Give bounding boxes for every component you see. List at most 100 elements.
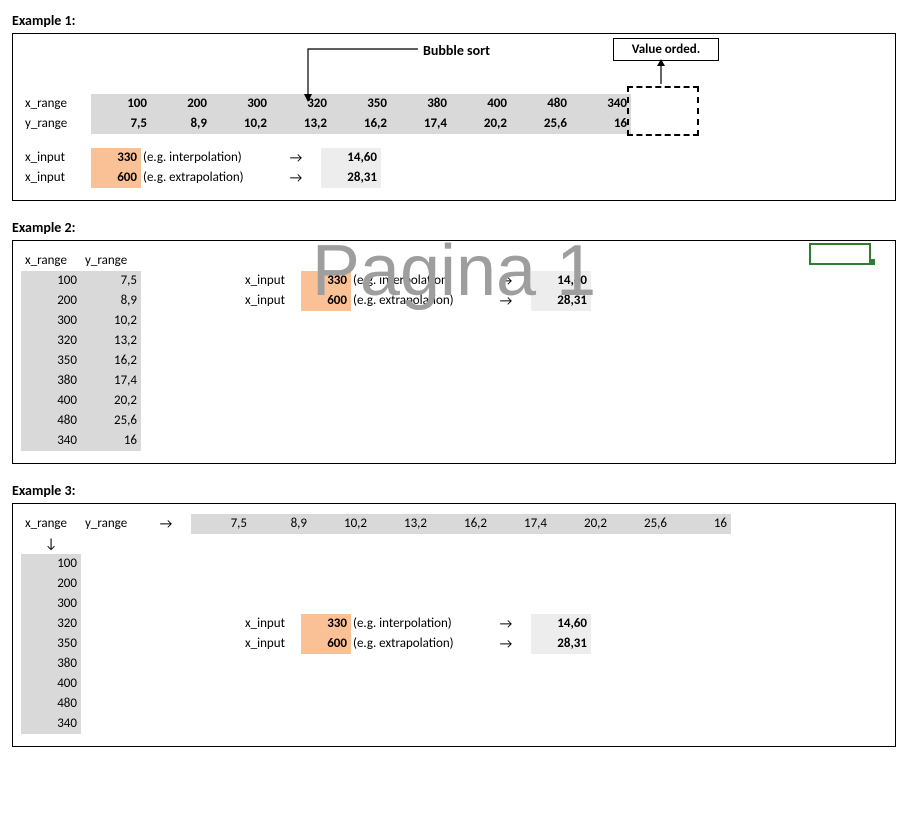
ex2-y-8: 16 xyxy=(81,431,141,451)
ex1-y-6: 20,2 xyxy=(451,114,511,134)
ex3-in2-value[interactable]: 600 xyxy=(301,634,351,654)
ex2-x-8: 340 xyxy=(21,431,81,451)
ex3-x-3: 320 xyxy=(21,614,81,634)
ex3-y-3: 13,2 xyxy=(371,514,431,534)
ex3-header: x_range y_range → 7,5 8,9 10,2 13,2 16,2… xyxy=(21,514,887,534)
xinput-label: x_input xyxy=(21,168,91,188)
ex3-x-2: 300 xyxy=(21,594,81,614)
ex1-x-7: 480 xyxy=(511,94,571,114)
xrange-label: x_range xyxy=(21,251,81,271)
ex2-y-1: 8,9 xyxy=(81,291,141,311)
ex1-x-6: 400 xyxy=(451,94,511,114)
selection-handle[interactable] xyxy=(869,259,875,265)
ex1-y-3: 13,2 xyxy=(271,114,331,134)
table-row: 380 xyxy=(21,654,81,674)
ex2-in2-result: 28,31 xyxy=(531,291,591,311)
ex1-input1: x_input 330 (e.g. interpolation) → 14,60 xyxy=(21,148,887,168)
ex3-x-1: 200 xyxy=(21,574,81,594)
arrow-right-icon: → xyxy=(141,514,191,534)
ex1-x-5: 380 xyxy=(391,94,451,114)
ex3-in1-value[interactable]: 330 xyxy=(301,614,351,634)
interp-note: (e.g. interpolation) xyxy=(351,271,481,291)
xrange-label: x_range xyxy=(21,514,81,534)
table-row: 2008,9 xyxy=(21,291,141,311)
ex3-y-0: 7,5 xyxy=(191,514,251,534)
ex2-y-3: 13,2 xyxy=(81,331,141,351)
table-row: 48025,6 xyxy=(21,411,141,431)
ex3-y-1: 8,9 xyxy=(251,514,311,534)
xrange-label: x_range xyxy=(21,94,91,114)
table-row: 34016 xyxy=(21,431,141,451)
arrow-right-icon: → xyxy=(481,271,531,291)
table-row: 340 xyxy=(21,714,81,734)
example1-panel: Bubble sort Value orded. x_range 100 200… xyxy=(12,33,896,201)
xinput-label: x_input xyxy=(241,634,301,654)
interp-note: (e.g. interpolation) xyxy=(351,614,481,634)
ex1-y-1: 8,9 xyxy=(151,114,211,134)
ex2-x-6: 400 xyxy=(21,391,81,411)
bubble-sort-label: Bubble sort xyxy=(423,42,490,59)
xinput-label: x_input xyxy=(241,291,301,311)
yrange-label: y_range xyxy=(81,251,141,271)
table-row: 1007,5 xyxy=(21,271,141,291)
ex2-y-0: 7,5 xyxy=(81,271,141,291)
ex2-x-7: 480 xyxy=(21,411,81,431)
example3-panel: x_range y_range → 7,5 8,9 10,2 13,2 16,2… xyxy=(12,503,896,747)
yrange-label: y_range xyxy=(21,114,91,134)
ex1-x-1: 200 xyxy=(151,94,211,114)
ex1-yrow: y_range 7,5 8,9 10,2 13,2 16,2 17,4 20,2… xyxy=(21,114,887,134)
ex3-y-8: 16 xyxy=(671,514,731,534)
ex1-x-4: 350 xyxy=(331,94,391,114)
arrow-right-icon: → xyxy=(481,634,531,654)
ex1-y-5: 17,4 xyxy=(391,114,451,134)
example1-title: Example 1: xyxy=(12,12,896,29)
arrow-right-icon: → xyxy=(271,148,321,168)
table-row: 32013,2 xyxy=(21,331,141,351)
ex2-x-0: 100 xyxy=(21,271,81,291)
ex2-x-2: 300 xyxy=(21,311,81,331)
ex1-input2: x_input 600 (e.g. extrapolation) → 28,31 xyxy=(21,168,887,188)
example3-title: Example 3: xyxy=(12,482,896,499)
table-row: 38017,4 xyxy=(21,371,141,391)
ex2-y-5: 17,4 xyxy=(81,371,141,391)
ex3-input1: x_input 330 (e.g. interpolation) → 14,60 xyxy=(241,614,591,634)
ex3-in1-result: 14,60 xyxy=(531,614,591,634)
table-row: 35016,2 xyxy=(21,351,141,371)
table-row: 200 xyxy=(21,574,81,594)
ex2-data-columns: 1007,5 2008,9 30010,2 32013,2 35016,2 38… xyxy=(21,271,141,451)
ex3-y-4: 16,2 xyxy=(431,514,491,534)
ex1-x-8: 340 xyxy=(571,94,631,114)
ex2-in2-value[interactable]: 600 xyxy=(301,291,351,311)
ex2-input1: x_input 330 (e.g. interpolation) → 14,60 xyxy=(241,271,591,291)
ex2-y-7: 25,6 xyxy=(81,411,141,431)
ex1-in2-value[interactable]: 600 xyxy=(91,168,141,188)
table-row: 480 xyxy=(21,694,81,714)
ex2-x-5: 380 xyxy=(21,371,81,391)
extrap-note: (e.g. extrapolation) xyxy=(351,634,481,654)
ex2-in1-value[interactable]: 330 xyxy=(301,271,351,291)
xinput-label: x_input xyxy=(241,614,301,634)
yrange-label: y_range xyxy=(81,514,141,534)
value-orded-box: Value orded. xyxy=(613,38,719,61)
ex3-x-6: 400 xyxy=(21,674,81,694)
ex1-in1-value[interactable]: 330 xyxy=(91,148,141,168)
ex2-y-4: 16,2 xyxy=(81,351,141,371)
selected-cell[interactable] xyxy=(809,243,871,265)
table-row: 100 xyxy=(21,554,81,574)
ex1-x-2: 300 xyxy=(211,94,271,114)
extrap-note: (e.g. extrapolation) xyxy=(141,168,271,188)
ex2-x-4: 350 xyxy=(21,351,81,371)
ex3-xcol: 100 200 300 320 350 380 400 480 340 xyxy=(21,554,81,734)
ex1-in2-result: 28,31 xyxy=(321,168,381,188)
ex2-input2: x_input 600 (e.g. extrapolation) → 28,31 xyxy=(241,291,591,311)
table-row: 400 xyxy=(21,674,81,694)
ex3-x-5: 380 xyxy=(21,654,81,674)
ex3-y-5: 17,4 xyxy=(491,514,551,534)
ex3-y-6: 20,2 xyxy=(551,514,611,534)
ex2-in1-result: 14,60 xyxy=(531,271,591,291)
ex2-y-6: 20,2 xyxy=(81,391,141,411)
arrow-right-icon: → xyxy=(481,614,531,634)
ex3-x-4: 350 xyxy=(21,634,81,654)
table-row: 350 xyxy=(21,634,81,654)
ex2-x-1: 200 xyxy=(21,291,81,311)
